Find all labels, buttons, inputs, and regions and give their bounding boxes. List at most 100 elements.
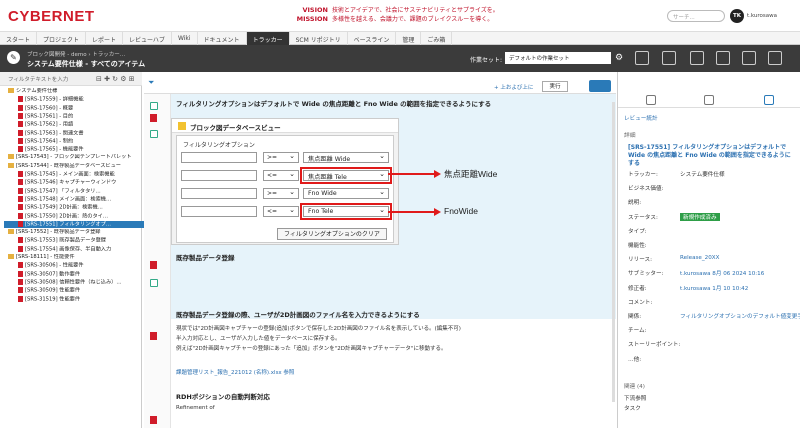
requirement-icon[interactable] — [150, 114, 157, 122]
requirement-icon — [18, 137, 23, 144]
tree-item[interactable]: [SRS-30507] 動作要件 — [4, 270, 146, 279]
attachment-link[interactable]: 課題管理リスト_報告_221012 (名称).xlsx 参照 — [176, 368, 294, 376]
tab-review-hub[interactable]: レビューハブ — [123, 32, 172, 45]
tab-wiki[interactable]: Wiki — [172, 32, 198, 45]
tree-item[interactable]: [SRS-17559] - 詳細機能 — [4, 96, 146, 104]
tree-item-label: [SRS-17564] - 制約 — [25, 138, 74, 145]
status-badge[interactable]: 新規作成済み — [680, 212, 720, 221]
tree-item[interactable]: [SRS-17552] - 既存製品データ登録 — [4, 229, 146, 237]
tab-start[interactable]: スタート — [0, 32, 38, 45]
filter-value-input[interactable] — [181, 188, 257, 199]
filter-field-select[interactable]: Fno Wide — [303, 188, 389, 199]
annotation-label: 焦点距離Wide — [444, 169, 498, 179]
tab-project[interactable]: プロジェクト — [37, 32, 87, 45]
tree-item[interactable]: [SRS-17551] フィルタリングオプ… — [4, 220, 146, 229]
tree-item[interactable]: [SRS-17561] - 目的 — [4, 112, 146, 121]
tree-item[interactable]: [SRS-30509] 性能要件 — [4, 287, 146, 295]
export-icon[interactable] — [635, 51, 649, 65]
requirement-icon[interactable] — [150, 416, 157, 424]
item-marker-icon[interactable] — [150, 130, 158, 138]
tree-item[interactable]: [SRS-17543] - ブロック図テンプレートパレット — [4, 154, 146, 162]
item-heading[interactable]: RDHポジションの自動判断対応 — [176, 391, 270, 401]
tree-item[interactable]: [SRS-17560] - 概要 — [4, 104, 146, 113]
filter-operator-select[interactable]: >= — [263, 152, 299, 163]
filter-value-input[interactable] — [181, 170, 257, 181]
field-value[interactable]: システム要件仕様 — [680, 170, 725, 178]
execute-button[interactable]: 実行 — [542, 81, 568, 92]
username[interactable]: t.kurosawa — [747, 13, 777, 19]
tree-item[interactable]: [SRS-17554] 画像保存、半自動入力 — [4, 245, 146, 254]
relations-tab-icon[interactable] — [704, 95, 714, 105]
tree-item[interactable]: [SRS-17545] - メイン画面：検索機能 — [4, 171, 146, 179]
tree-item[interactable]: [SRS-17565] - 機能要件 — [4, 146, 146, 154]
tree-item[interactable]: [SRS-17562] - 用語 — [4, 121, 146, 129]
tree-item[interactable]: [SRS-17546] キャプチャーウィンドウ — [4, 179, 146, 187]
tree-item[interactable]: [SRS-17563] - 関連文書 — [4, 129, 146, 138]
tab-documents[interactable]: ドキュメント — [198, 32, 247, 45]
item-heading[interactable]: フィルタリングオプションはデフォルトで Wide の焦点距離と Fno Wide… — [176, 98, 606, 108]
tree-item[interactable]: [SRS-17547] 「フィルタタリ… — [4, 187, 146, 196]
scrollbar[interactable] — [612, 102, 615, 402]
search-input[interactable]: サーチ... — [667, 10, 725, 22]
details-tab-icon[interactable] — [764, 95, 774, 105]
filter-operator-select[interactable]: <= — [263, 206, 299, 217]
related-section-header[interactable]: 関連 (4) — [624, 382, 645, 390]
breadcrumb[interactable]: ブロック図開発 - demo › トラッカー… — [27, 50, 125, 58]
filter-value-input[interactable] — [181, 206, 257, 217]
folder-icon — [8, 229, 14, 235]
clear-filter-button[interactable]: フィルタリングオプションのクリア — [277, 228, 387, 240]
tracker-icon[interactable]: ✎ — [7, 51, 20, 64]
tab-tracker[interactable]: トラッカー — [246, 32, 290, 45]
tab-trash[interactable]: ごみ箱 — [421, 32, 453, 45]
item-title-link[interactable]: [SRS-17551] フィルタリングオプションはデフォルトで Wide の焦点… — [628, 144, 794, 168]
tree-item[interactable]: [SRS-17550] 2D計画：熱のタイ… — [4, 212, 146, 221]
tab-reports[interactable]: レポート — [86, 32, 124, 45]
tree-item[interactable]: [SRS-30506] - 性能要件 — [4, 262, 146, 270]
properties-tab-icon[interactable] — [646, 95, 656, 105]
tree-item[interactable]: [SRS-17553] 既存製品データ登録 — [4, 237, 146, 245]
tree-item[interactable]: [SRS-17564] - 制約 — [4, 137, 146, 146]
tree-item[interactable]: [SRS-30508] 信頼性要件（ねじ込み）… — [4, 278, 146, 287]
review-stats-link[interactable]: レビュー統計 — [624, 114, 658, 122]
tree-item[interactable]: [SRS-17544] - 既存製品データベースビュー — [4, 162, 146, 171]
item-marker-icon[interactable] — [150, 102, 158, 110]
add-link[interactable]: + 上および上に — [494, 83, 533, 91]
funnel-icon[interactable]: ⏷ — [148, 78, 154, 88]
requirement-icon[interactable] — [150, 332, 157, 340]
tab-baseline[interactable]: ベースライン — [348, 32, 397, 45]
logo[interactable]: CYBERNET — [8, 8, 95, 25]
filter-operator-select[interactable]: >= — [263, 188, 299, 199]
workset-select[interactable]: デフォルトの作業セット — [505, 52, 611, 64]
item-marker-icon[interactable] — [150, 279, 158, 287]
tree-item[interactable]: [SRS-17549] 2D計画：検索機… — [4, 204, 146, 212]
tree-item[interactable]: システム要件仕様 — [4, 88, 146, 96]
document-icon[interactable] — [662, 51, 676, 65]
compare-icon[interactable] — [690, 51, 704, 65]
history-icon[interactable] — [742, 51, 756, 65]
details-section-header[interactable]: 詳細 — [624, 130, 636, 139]
field-value[interactable]: t.kurosawa 1月 10 10:42 — [680, 284, 748, 292]
tree-item[interactable]: [SRS-18111] - 性能要件 — [4, 254, 146, 262]
tree-item[interactable]: [SRS-17548] メイン画面：検索機… — [4, 195, 146, 204]
avatar[interactable]: TK — [730, 9, 744, 23]
filter-field-select[interactable]: 焦点距離 Tele — [300, 167, 392, 184]
tree-item[interactable]: [SRS-31519] 性能要件 — [4, 295, 146, 304]
tree-toolbar-icons[interactable]: ⊟ ✚ ↻ ⚙ ⊞ — [96, 75, 135, 83]
filter-operator-select[interactable]: <= — [263, 170, 299, 181]
tree-filter-input[interactable]: フィルタテキストを入力 — [8, 75, 68, 83]
requirement-icon[interactable] — [150, 261, 157, 269]
filter-value-input[interactable] — [181, 152, 257, 163]
menu-icon[interactable] — [768, 51, 782, 65]
field-value[interactable]: フィルタリングオプションのデフォルト値変更手順 — [680, 312, 800, 320]
field-value[interactable]: Release_20XX — [680, 255, 719, 261]
filter-field-select[interactable]: Fno Tele — [300, 203, 392, 220]
field-value[interactable]: t.kurosawa 8月 06 2024 10:16 — [680, 269, 764, 277]
tab-scm[interactable]: SCM リポジトリ — [290, 32, 348, 45]
gear-icon[interactable]: ⚙ — [615, 53, 623, 63]
section-heading[interactable]: 既存製品データ登録 — [176, 252, 235, 262]
filter-field-select[interactable]: 焦点距離 Wide — [303, 152, 389, 163]
tab-admin[interactable]: 管理 — [396, 32, 422, 45]
baseline-icon[interactable] — [716, 51, 730, 65]
item-heading[interactable]: 既存製品データ登録の際、ユーザが2D計画図のファイル名を入力できるようにする — [176, 309, 420, 319]
view-toggle-icon[interactable] — [589, 80, 611, 92]
